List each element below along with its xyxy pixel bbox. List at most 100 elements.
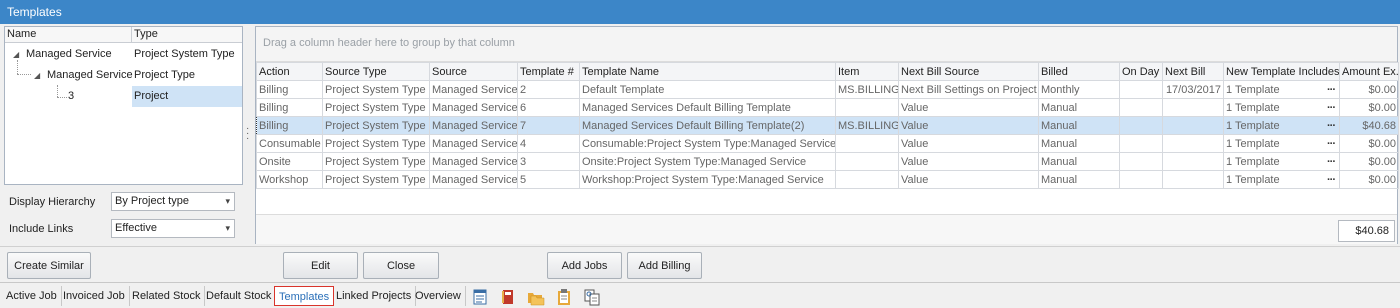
tree-row[interactable]: 3 Project: [5, 86, 242, 107]
tab-default-stock[interactable]: Default Stock: [202, 286, 277, 306]
cell-next-bill[interactable]: [1162, 116, 1224, 135]
cell-amount-ex[interactable]: $0.00: [1339, 170, 1399, 189]
cell-template-name[interactable]: Workshop:Project System Type:Managed Ser…: [579, 170, 836, 189]
tree-col-type[interactable]: Type: [134, 28, 158, 40]
cell-item[interactable]: MS.BILLING: [835, 116, 899, 135]
display-hierarchy-select[interactable]: By Project type ▾: [111, 192, 235, 211]
cell-template-name[interactable]: Managed Services Default Billing Templat…: [579, 98, 836, 117]
cell-next-bill[interactable]: [1162, 134, 1224, 153]
col-template-name[interactable]: Template Name: [579, 62, 836, 81]
cell-template-name[interactable]: Managed Services Default Billing Templat…: [579, 116, 836, 135]
cell-amount-ex[interactable]: $0.00: [1339, 80, 1399, 99]
cell-source-type[interactable]: Project System Type: [322, 134, 430, 153]
cell-source[interactable]: Managed Service: [429, 98, 518, 117]
tab-active-job[interactable]: Active Job: [2, 286, 62, 306]
group-by-panel[interactable]: Drag a column header here to group by th…: [256, 27, 1397, 62]
book-icon[interactable]: [499, 288, 517, 306]
cell-action[interactable]: Onsite: [256, 152, 323, 171]
cell-on-day[interactable]: [1119, 170, 1163, 189]
cell-new-template-includes[interactable]: 1 Template ···: [1223, 152, 1340, 171]
cell-item[interactable]: [835, 98, 899, 117]
cell-item[interactable]: MS.BILLING: [835, 80, 899, 99]
tab-templates[interactable]: Templates: [274, 286, 335, 306]
table-row[interactable]: Consumable Project System Type Managed Ser…: [256, 134, 1399, 153]
col-amount-ex[interactable]: Amount Ex.: [1339, 62, 1399, 81]
add-billing-button[interactable]: Add Billing: [627, 252, 702, 279]
cell-action[interactable]: Billing: [256, 116, 323, 135]
cell-billed[interactable]: Manual: [1038, 98, 1120, 117]
clipboard-icon[interactable]: [555, 288, 573, 306]
cell-template-number[interactable]: 7: [517, 116, 580, 135]
cell-action[interactable]: Workshop: [256, 170, 323, 189]
cell-source-type[interactable]: Project System Type: [322, 98, 430, 117]
tab-overview[interactable]: Overview: [411, 286, 466, 306]
project-tree[interactable]: Name Type ◢ Managed Service Project Syst…: [4, 26, 243, 185]
cell-template-number[interactable]: 4: [517, 134, 580, 153]
cell-template-number[interactable]: 5: [517, 170, 580, 189]
cell-billed[interactable]: Manual: [1038, 116, 1120, 135]
cell-next-bill[interactable]: 17/03/2017: [1162, 80, 1224, 99]
close-button[interactable]: Close: [363, 252, 439, 279]
cell-source[interactable]: Managed Service: [429, 152, 518, 171]
cell-template-number[interactable]: 3: [517, 152, 580, 171]
table-row[interactable]: Workshop Project System Type Managed Servi…: [256, 170, 1399, 189]
cell-amount-ex[interactable]: $0.00: [1339, 134, 1399, 153]
cell-new-template-includes[interactable]: 1 Template ···: [1223, 134, 1340, 153]
form-icon[interactable]: [471, 288, 489, 306]
documents-icon[interactable]: [583, 288, 601, 306]
cell-source-type[interactable]: Project System Type: [322, 152, 430, 171]
col-billed[interactable]: Billed: [1038, 62, 1120, 81]
cell-item[interactable]: [835, 170, 899, 189]
cell-on-day[interactable]: [1119, 116, 1163, 135]
cell-new-template-includes[interactable]: 1 Template ···: [1223, 116, 1340, 135]
cell-billed[interactable]: Manual: [1038, 152, 1120, 171]
col-on-day[interactable]: On Day: [1119, 62, 1163, 81]
tab-related-stock[interactable]: Related Stock: [128, 286, 206, 306]
cell-new-template-includes[interactable]: 1 Template ···: [1223, 170, 1340, 189]
col-source-type[interactable]: Source Type: [322, 62, 430, 81]
create-similar-button[interactable]: Create Similar: [7, 252, 91, 279]
cell-template-name[interactable]: Onsite:Project System Type:Managed Servi…: [579, 152, 836, 171]
cell-action[interactable]: Consumable: [256, 134, 323, 153]
cell-source[interactable]: Managed Service: [429, 134, 518, 153]
cell-item[interactable]: [835, 152, 899, 171]
cell-action[interactable]: Billing: [256, 98, 323, 117]
tab-linked-projects[interactable]: Linked Projects: [332, 286, 417, 306]
cell-billed[interactable]: Manual: [1038, 170, 1120, 189]
col-next-bill[interactable]: Next Bill: [1162, 62, 1224, 81]
cell-next-bill-source[interactable]: Next Bill Settings on Project: [898, 80, 1039, 99]
cell-next-bill[interactable]: [1162, 170, 1224, 189]
cell-new-template-includes[interactable]: 1 Template ···: [1223, 80, 1340, 99]
include-links-select[interactable]: Effective ▾: [111, 219, 235, 238]
cell-source-type[interactable]: Project System Type: [322, 80, 430, 99]
ellipsis-button[interactable]: ···: [1327, 138, 1336, 150]
cell-next-bill-source[interactable]: Value: [898, 134, 1039, 153]
cell-new-template-includes[interactable]: 1 Template ···: [1223, 98, 1340, 117]
col-template-number[interactable]: Template #: [517, 62, 580, 81]
tree-row[interactable]: Managed Service Project System Type: [5, 44, 242, 65]
cell-next-bill-source[interactable]: Value: [898, 98, 1039, 117]
cell-action[interactable]: Billing: [256, 80, 323, 99]
cell-next-bill[interactable]: [1162, 152, 1224, 171]
cell-next-bill-source[interactable]: Value: [898, 152, 1039, 171]
cell-template-name[interactable]: Default Template: [579, 80, 836, 99]
table-row[interactable]: Billing Project System Type Managed Servic…: [256, 80, 1399, 99]
cell-billed[interactable]: Monthly: [1038, 80, 1120, 99]
table-row[interactable]: Onsite Project System Type Managed Service…: [256, 152, 1399, 171]
cell-template-name[interactable]: Consumable:Project System Type:Managed S…: [579, 134, 836, 153]
edit-button[interactable]: Edit: [283, 252, 358, 279]
cell-on-day[interactable]: [1119, 80, 1163, 99]
col-new-template-includes[interactable]: New Template Includes: [1223, 62, 1340, 81]
cell-source[interactable]: Managed Service: [429, 116, 518, 135]
cell-source[interactable]: Managed Service: [429, 170, 518, 189]
col-action[interactable]: Action: [256, 62, 323, 81]
cell-on-day[interactable]: [1119, 134, 1163, 153]
cell-amount-ex[interactable]: $40.68: [1339, 116, 1399, 135]
cell-next-bill-source[interactable]: Value: [898, 116, 1039, 135]
cell-on-day[interactable]: [1119, 98, 1163, 117]
ellipsis-button[interactable]: ···: [1327, 102, 1336, 114]
col-source[interactable]: Source: [429, 62, 518, 81]
add-jobs-button[interactable]: Add Jobs: [547, 252, 622, 279]
cell-amount-ex[interactable]: $0.00: [1339, 152, 1399, 171]
table-row[interactable]: Billing Project System Type Managed Servic…: [256, 98, 1399, 117]
